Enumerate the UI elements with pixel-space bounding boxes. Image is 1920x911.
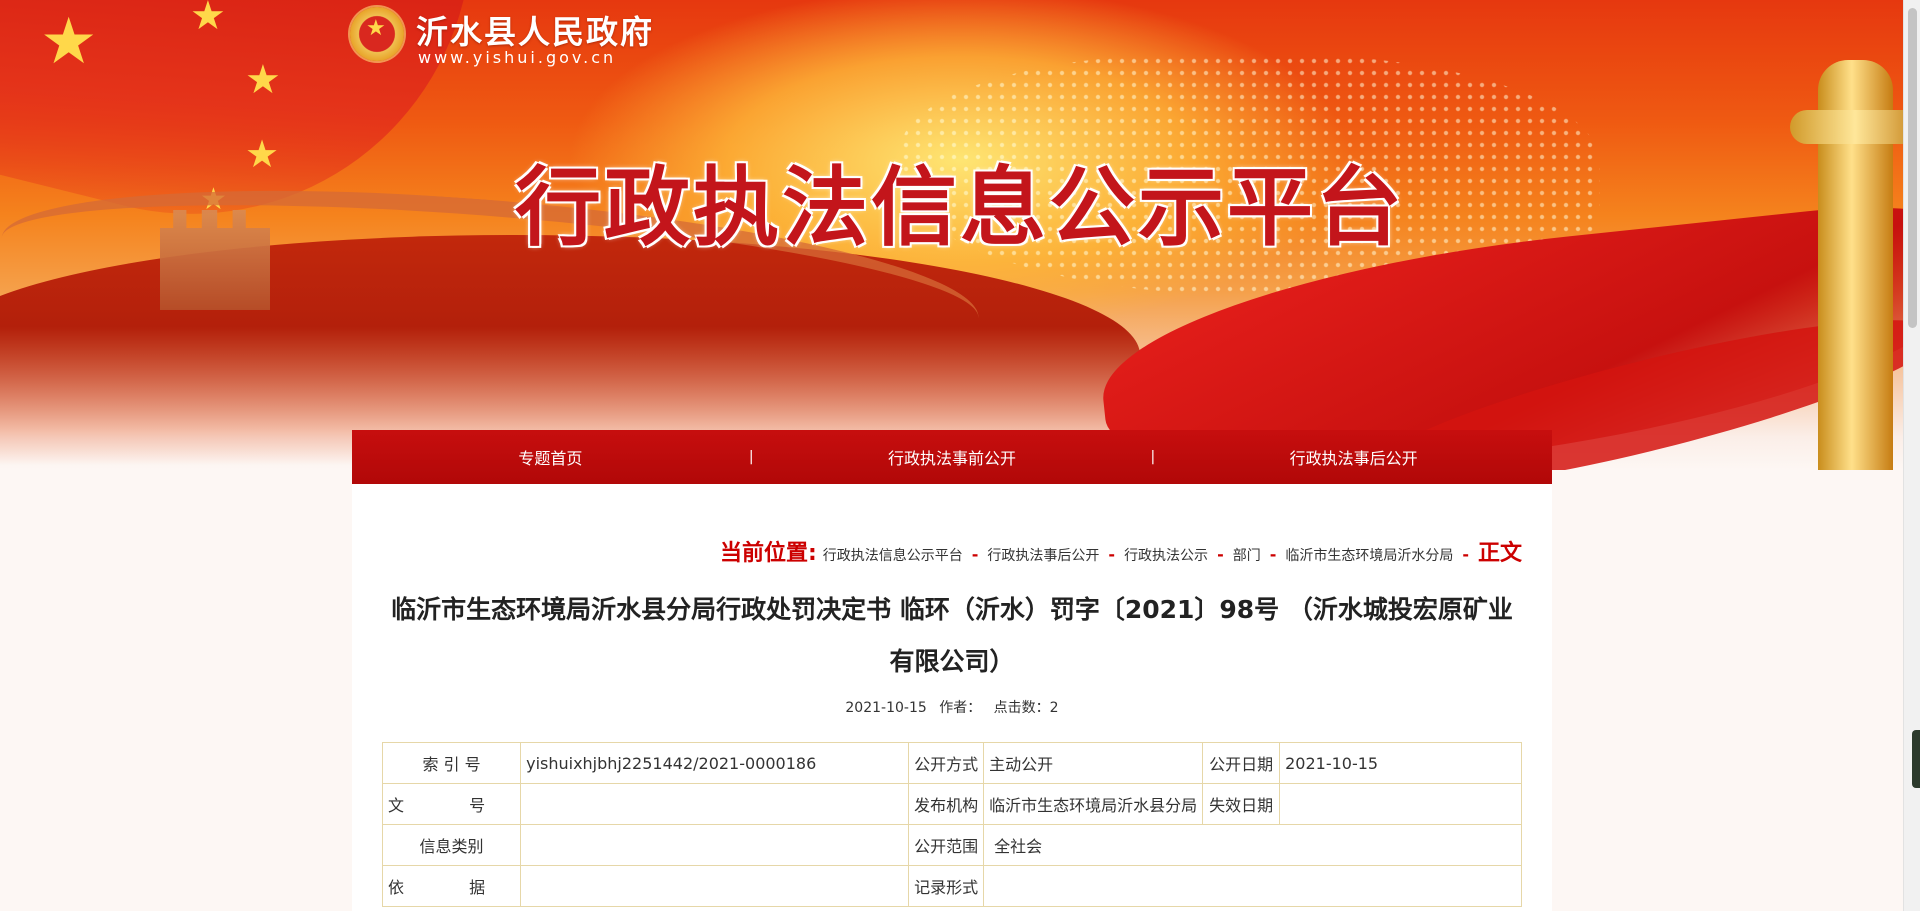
breadcrumb-separator: - — [1217, 545, 1224, 564]
field-value-record-form — [983, 865, 1522, 907]
site-name: 沂水县人民政府 — [416, 13, 655, 51]
breadcrumb-item-post-disclosure[interactable]: 行政执法事后公开 — [987, 545, 1099, 565]
field-label-disclosure-date: 公开日期 — [1202, 742, 1281, 784]
info-table: 索 引 号 yishuixhjbhj2251442/2021-0000186 公… — [381, 742, 1522, 907]
star-icon: ★ — [366, 16, 386, 41]
table-row: 依 据 记录形式 — [381, 865, 1522, 907]
nav-item-pre-disclosure[interactable]: 行政执法事前公开 — [754, 445, 1151, 469]
page-title: 临沂市生态环境局沂水县分局行政处罚决定书 临环（沂水）罚字〔2021〕98号 （… — [391, 595, 1513, 676]
publish-date: 2021-10-15 — [845, 700, 927, 716]
field-value-category — [520, 824, 910, 866]
huabiao-cap-graphic — [1790, 110, 1920, 144]
nav-item-post-disclosure[interactable]: 行政执法事后公开 — [1155, 445, 1552, 469]
field-label-issuer: 发布机构 — [908, 783, 985, 825]
main-content: 当前位置: 行政执法信息公示平台 - 行政执法事后公开 - 行政执法公示 - 部… — [352, 484, 1552, 911]
field-value-index: yishuixhjbhj2251442/2021-0000186 — [520, 742, 910, 784]
national-emblem-icon: ★ — [350, 7, 404, 61]
breadcrumb-item-enforcement-notice[interactable]: 行政执法公示 — [1124, 545, 1208, 565]
field-value-disclosure-method: 主动公开 — [983, 742, 1204, 784]
field-label-scope: 公开范围 — [908, 824, 985, 866]
field-value-basis — [520, 865, 910, 907]
breadcrumb-separator: - — [1269, 545, 1277, 564]
field-label-record-form: 记录形式 — [908, 865, 985, 907]
field-value-expiry-date — [1279, 783, 1522, 825]
breadcrumb-item-platform[interactable]: 行政执法信息公示平台 — [823, 545, 963, 565]
field-label-index: 索 引 号 — [381, 742, 522, 784]
breadcrumb-label: 当前位置: — [719, 541, 817, 566]
article-meta: 2021-10-15 作者： 点击数：2 — [352, 697, 1552, 717]
nav-item-topic-home[interactable]: 专题首页 — [352, 445, 749, 469]
field-value-scope: 全社会 — [983, 824, 1522, 866]
clicks-label: 点击数： — [993, 700, 1050, 716]
star-icon: ★ — [190, 0, 226, 39]
field-value-doc-number — [520, 783, 910, 825]
site-url: www.yishui.gov.cn — [418, 48, 617, 67]
field-value-disclosure-date: 2021-10-15 — [1279, 742, 1522, 784]
header-banner: ★ ★ ★ ★ ★ ★ 沂水县人民政府 www.yishui.gov.cn 行政… — [0, 0, 1920, 470]
field-value-issuer: 临沂市生态环境局沂水县分局 — [983, 783, 1204, 825]
side-floating-tab[interactable] — [1912, 730, 1920, 788]
field-label-doc-number: 文 号 — [381, 783, 522, 825]
site-logo[interactable]: ★ 沂水县人民政府 www.yishui.gov.cn — [350, 5, 670, 67]
breadcrumb-item-bureau[interactable]: 临沂市生态环境局沂水分局 — [1285, 545, 1453, 565]
author-label: 作者： — [939, 700, 982, 716]
star-icon: ★ — [245, 57, 281, 103]
main-nav: 专题首页 | 行政执法事前公开 | 行政执法事后公开 — [352, 430, 1552, 484]
table-row: 信息类别 公开范围 全社会 — [381, 824, 1522, 866]
table-row: 索 引 号 yishuixhjbhj2251442/2021-0000186 公… — [381, 742, 1522, 784]
field-label-disclosure-method: 公开方式 — [908, 742, 985, 784]
field-label-category: 信息类别 — [381, 824, 522, 866]
field-label-expiry-date: 失效日期 — [1202, 783, 1281, 825]
banner-title: 行政执法信息公示平台 — [515, 157, 1405, 258]
star-icon: ★ — [40, 5, 98, 79]
breadcrumb-separator: - — [1108, 545, 1116, 564]
breadcrumb-separator: - — [1462, 545, 1469, 564]
field-label-basis: 依 据 — [381, 865, 522, 907]
breadcrumb: 当前位置: 行政执法信息公示平台 - 行政执法事后公开 - 行政执法公示 - 部… — [720, 535, 1522, 567]
scrollbar-thumb[interactable] — [1908, 8, 1917, 328]
clicks-count: 2 — [1049, 700, 1059, 716]
breadcrumb-item-department[interactable]: 部门 — [1233, 545, 1261, 565]
breadcrumb-current: 正文 — [1477, 541, 1522, 566]
breadcrumb-separator: - — [971, 545, 979, 564]
table-row: 文 号 发布机构 临沂市生态环境局沂水县分局 失效日期 — [381, 783, 1522, 825]
